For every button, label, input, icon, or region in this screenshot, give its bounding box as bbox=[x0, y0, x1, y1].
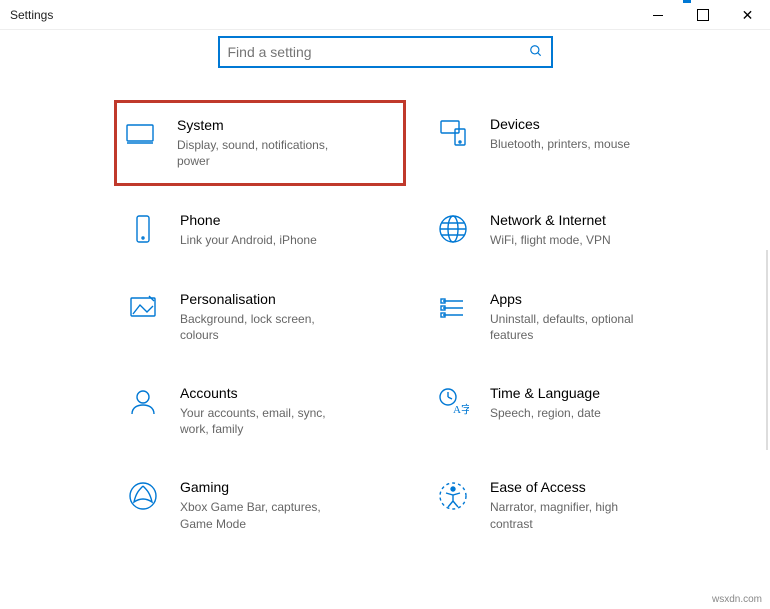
tile-desc: Background, lock screen, colours bbox=[180, 311, 350, 343]
tile-desc: Display, sound, notifications, power bbox=[177, 137, 347, 169]
time-language-icon: A字 bbox=[436, 385, 470, 419]
phone-icon bbox=[126, 212, 160, 246]
accounts-icon bbox=[126, 385, 160, 419]
personalisation-icon bbox=[126, 291, 160, 325]
search-icon bbox=[529, 44, 543, 61]
tile-title: Network & Internet bbox=[490, 212, 611, 228]
minimize-button[interactable] bbox=[635, 0, 680, 30]
tile-desc: Bluetooth, printers, mouse bbox=[490, 136, 630, 152]
settings-grid: System Display, sound, notifications, po… bbox=[0, 88, 770, 560]
svg-text:A字: A字 bbox=[453, 402, 469, 416]
scrollbar[interactable] bbox=[766, 250, 768, 450]
tile-accounts[interactable]: Accounts Your accounts, email, sync, wor… bbox=[120, 377, 400, 445]
tile-title: Ease of Access bbox=[490, 479, 660, 495]
tile-gaming[interactable]: Gaming Xbox Game Bar, captures, Game Mod… bbox=[120, 471, 400, 539]
tile-personalisation[interactable]: Personalisation Background, lock screen,… bbox=[120, 283, 400, 351]
tile-devices[interactable]: Devices Bluetooth, printers, mouse bbox=[430, 108, 710, 178]
ease-of-access-icon bbox=[436, 479, 470, 513]
tile-network[interactable]: Network & Internet WiFi, flight mode, VP… bbox=[430, 204, 710, 256]
titlebar: Settings ✕ bbox=[0, 0, 770, 30]
search-box[interactable] bbox=[218, 36, 553, 68]
tile-title: Gaming bbox=[180, 479, 350, 495]
network-icon bbox=[436, 212, 470, 246]
search-input[interactable] bbox=[228, 44, 529, 60]
close-button[interactable]: ✕ bbox=[725, 0, 770, 30]
tile-phone[interactable]: Phone Link your Android, iPhone bbox=[120, 204, 400, 256]
tile-desc: Xbox Game Bar, captures, Game Mode bbox=[180, 499, 350, 531]
tile-title: Devices bbox=[490, 116, 630, 132]
tile-system[interactable]: System Display, sound, notifications, po… bbox=[114, 100, 406, 186]
system-icon bbox=[123, 117, 157, 151]
tile-desc: WiFi, flight mode, VPN bbox=[490, 232, 611, 248]
tile-time-language[interactable]: A字 Time & Language Speech, region, date bbox=[430, 377, 710, 445]
tile-title: Accounts bbox=[180, 385, 350, 401]
tile-desc: Uninstall, defaults, optional features bbox=[490, 311, 660, 343]
tile-desc: Your accounts, email, sync, work, family bbox=[180, 405, 350, 437]
tile-title: Personalisation bbox=[180, 291, 350, 307]
tile-title: Time & Language bbox=[490, 385, 601, 401]
window-controls: ✕ bbox=[635, 0, 770, 29]
tile-title: Apps bbox=[490, 291, 660, 307]
tile-desc: Narrator, magnifier, high contrast bbox=[490, 499, 660, 531]
devices-icon bbox=[436, 116, 470, 150]
apps-icon bbox=[436, 291, 470, 325]
tile-desc: Speech, region, date bbox=[490, 405, 601, 421]
maximize-button[interactable] bbox=[680, 0, 725, 30]
tile-apps[interactable]: Apps Uninstall, defaults, optional featu… bbox=[430, 283, 710, 351]
window-title: Settings bbox=[10, 8, 53, 22]
watermark: wsxdn.com bbox=[712, 594, 762, 605]
tile-title: System bbox=[177, 117, 347, 133]
gaming-icon bbox=[126, 479, 160, 513]
tile-title: Phone bbox=[180, 212, 317, 228]
tile-ease-of-access[interactable]: Ease of Access Narrator, magnifier, high… bbox=[430, 471, 710, 539]
tile-desc: Link your Android, iPhone bbox=[180, 232, 317, 248]
